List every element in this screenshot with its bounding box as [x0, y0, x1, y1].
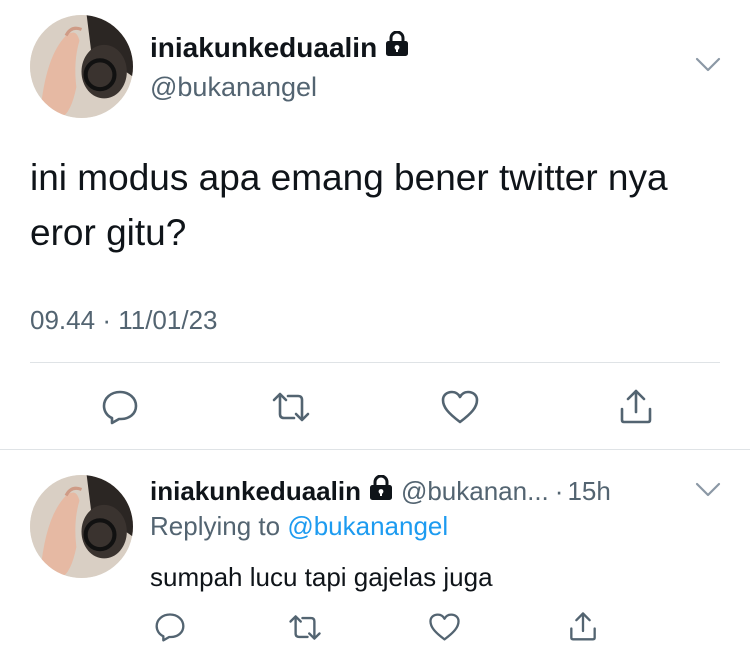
lock-icon [369, 474, 393, 508]
retweet-icon [270, 390, 312, 424]
reply-text: sumpah lucu tapi gajelas juga [150, 562, 493, 592]
heart-icon [440, 389, 480, 425]
chevron-down-icon[interactable] [694, 56, 722, 79]
retweet-icon [287, 613, 323, 642]
tweet-timestamp[interactable]: 09.44 · 11/01/23 [30, 305, 218, 336]
reply-button[interactable] [152, 610, 188, 644]
tweet-text: ini modus apa emang bener twitter nya er… [30, 157, 668, 253]
reply-handle[interactable]: @bukanan... [401, 476, 549, 507]
reply-icon [101, 389, 139, 425]
replying-to-mention[interactable]: @bukanangel [287, 511, 448, 541]
retweet-button[interactable] [286, 610, 324, 644]
heart-icon [428, 612, 461, 642]
share-icon [568, 610, 598, 642]
separator: · [102, 305, 111, 335]
chevron-down-icon[interactable] [694, 481, 722, 504]
tweet-time: 09.44 [30, 305, 96, 335]
tweet-date: 11/01/23 [118, 305, 218, 335]
reply-header: iniakunkeduaalin @bukanan... · 15h [150, 474, 611, 508]
reply-avatar[interactable] [30, 475, 133, 578]
replying-to: Replying to @bukanangel [150, 511, 448, 542]
like-button[interactable] [426, 610, 462, 644]
author-name-row: iniakunkeduaalin [150, 30, 409, 64]
reply-icon [154, 612, 186, 642]
reply-display-name[interactable]: iniakunkeduaalin [150, 476, 361, 507]
avatar[interactable] [30, 15, 133, 118]
share-button[interactable] [565, 608, 601, 644]
lock-icon [385, 30, 409, 64]
display-name[interactable]: iniakunkeduaalin [150, 32, 377, 64]
handle[interactable]: @bukanangel [150, 72, 317, 103]
share-button[interactable] [614, 385, 658, 427]
divider [30, 362, 720, 363]
separator: · [554, 476, 564, 506]
like-button[interactable] [438, 387, 482, 427]
reply-button[interactable] [98, 387, 142, 427]
share-icon [618, 387, 654, 425]
retweet-button[interactable] [268, 387, 314, 427]
divider [0, 449, 750, 450]
replying-to-label: Replying to [150, 511, 281, 541]
reply-time[interactable]: 15h [567, 476, 610, 507]
